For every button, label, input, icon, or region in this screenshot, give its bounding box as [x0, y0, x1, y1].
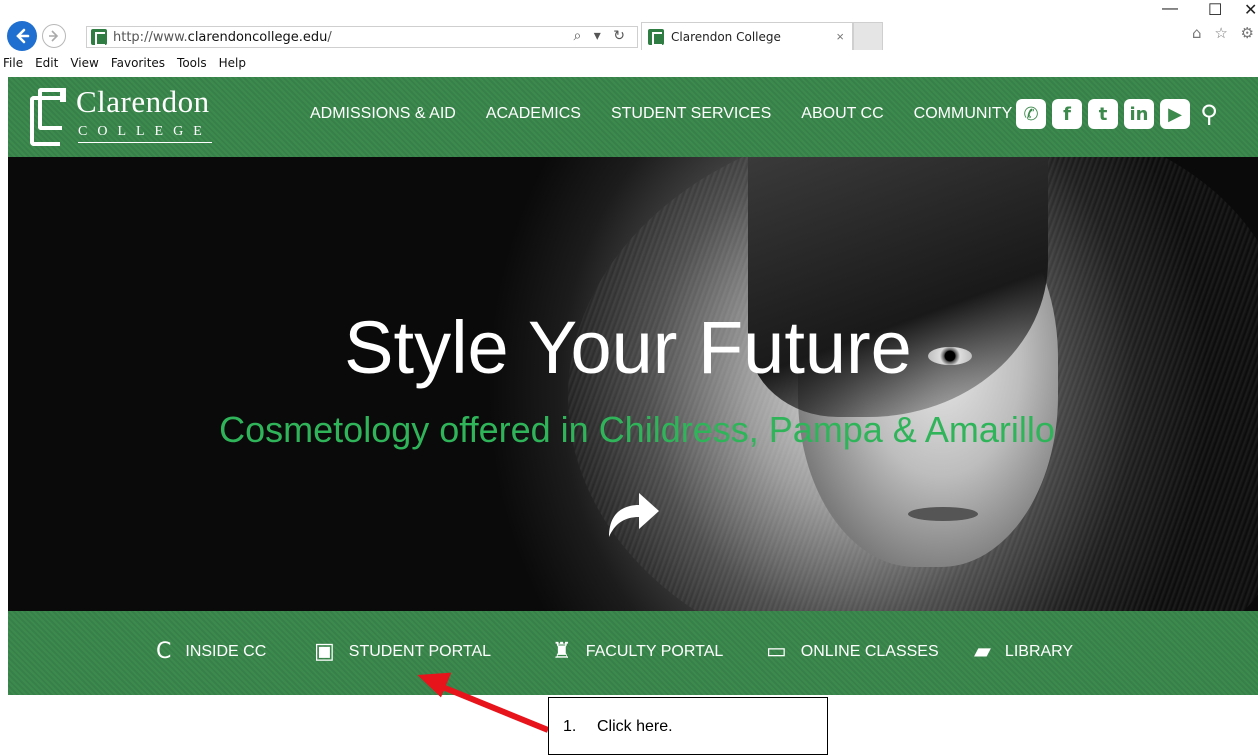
hero-subtitle: Cosmetology offered in Childress, Pampa … — [219, 409, 1055, 450]
menu-help[interactable]: Help — [213, 56, 252, 74]
logo-mark-icon — [30, 88, 66, 146]
annotation-text: Click here. — [597, 718, 673, 735]
linkedin-icon[interactable]: in — [1124, 99, 1154, 129]
address-tools[interactable]: ⌕ ▾ ↻ — [574, 28, 630, 44]
toolbar-icons[interactable]: ⌂ ☆ ⚙ — [1192, 24, 1258, 42]
annotation-number: 1. — [563, 718, 577, 735]
share-arrow-icon[interactable] — [603, 483, 663, 543]
social-links: ✆ f t in ▶ ⚲ — [1016, 99, 1222, 129]
site-logo[interactable]: Clarendon COLLEGE — [30, 84, 250, 150]
quick-link-faculty-portal[interactable]: ♜ FACULTY PORTAL — [552, 641, 723, 663]
logo-name: Clarendon — [76, 84, 210, 119]
phone-icon[interactable]: ✆ — [1016, 99, 1046, 129]
url-text: http://www.clarendoncollege.edu/ — [113, 29, 332, 45]
main-nav: ADMISSIONS & AID ACADEMICS STUDENT SERVI… — [310, 105, 1042, 123]
minimize-icon[interactable]: — — [1162, 0, 1178, 18]
id-card-icon: ▣ — [314, 639, 335, 664]
menu-file[interactable]: File — [0, 56, 29, 74]
quick-link-label: FACULTY PORTAL — [585, 643, 724, 660]
facebook-icon[interactable]: f — [1052, 99, 1082, 129]
forward-button[interactable] — [42, 24, 66, 48]
monitor-icon: ▭ — [766, 639, 787, 664]
nav-admissions[interactable]: ADMISSIONS & AID — [310, 105, 456, 123]
tab-title: Clarendon College — [671, 29, 781, 44]
menu-edit[interactable]: Edit — [29, 56, 64, 74]
quick-link-online-classes[interactable]: ▭ ONLINE CLASSES — [766, 641, 939, 663]
menu-view[interactable]: View — [64, 56, 104, 74]
site-header: Clarendon COLLEGE ADMISSIONS & AID ACADE… — [8, 77, 1258, 157]
youtube-icon[interactable]: ▶ — [1160, 99, 1190, 129]
arrow-left-icon — [16, 28, 30, 44]
search-icon[interactable]: ⚲ — [1196, 99, 1222, 129]
menu-tools[interactable]: Tools — [171, 56, 213, 74]
arrow-right-icon — [49, 30, 59, 42]
quick-links-bar: C INSIDE CC ▣ STUDENT PORTAL ♜ FACULTY P… — [8, 611, 1258, 695]
tab-close-icon[interactable]: × — [836, 29, 844, 44]
quick-link-label: ONLINE CLASSES — [800, 643, 939, 660]
close-icon[interactable]: ✕ — [1244, 0, 1257, 20]
book-icon: ▰ — [974, 639, 991, 664]
menu-favorites[interactable]: Favorites — [105, 56, 171, 74]
quick-link-label: LIBRARY — [1004, 643, 1074, 660]
window-controls: — ☐ ✕ — [1138, 0, 1258, 20]
logo-subtitle: COLLEGE — [78, 124, 212, 143]
maximize-icon[interactable]: ☐ — [1208, 0, 1222, 20]
new-tab-button[interactable] — [853, 22, 883, 50]
hero-image-lips — [908, 507, 978, 521]
annotation-callout: 1. Click here. — [548, 697, 828, 755]
browser-chrome: http://www.clarendoncollege.edu/ ⌕ ▾ ↻ C… — [0, 0, 1258, 76]
nav-student-services[interactable]: STUDENT SERVICES — [611, 105, 771, 123]
nav-academics[interactable]: ACADEMICS — [486, 105, 581, 123]
quick-link-label: STUDENT PORTAL — [348, 643, 492, 660]
podium-icon: ♜ — [552, 639, 572, 664]
tab-clarendon-college[interactable]: Clarendon College × — [641, 22, 853, 50]
quick-link-label: INSIDE CC — [185, 643, 267, 660]
site-favicon-icon — [91, 29, 107, 46]
menu-bar: File Edit View Favorites Tools Help — [0, 56, 252, 74]
back-button[interactable] — [7, 21, 37, 51]
quick-link-inside-cc[interactable]: C INSIDE CC — [156, 641, 266, 663]
inside-cc-icon: C — [156, 639, 172, 664]
hero-banner[interactable]: Style Your Future Cosmetology offered in… — [8, 157, 1258, 611]
quick-link-library[interactable]: ▰ LIBRARY — [974, 641, 1073, 663]
address-bar[interactable]: http://www.clarendoncollege.edu/ ⌕ ▾ ↻ — [86, 26, 638, 48]
tab-favicon-icon — [648, 28, 664, 46]
hero-title: Style Your Future — [344, 306, 912, 389]
nav-community[interactable]: COMMUNITY — [914, 105, 1013, 123]
twitter-icon[interactable]: t — [1088, 99, 1118, 129]
quick-link-student-portal[interactable]: ▣ STUDENT PORTAL — [314, 641, 491, 663]
nav-about[interactable]: ABOUT CC — [801, 105, 883, 123]
